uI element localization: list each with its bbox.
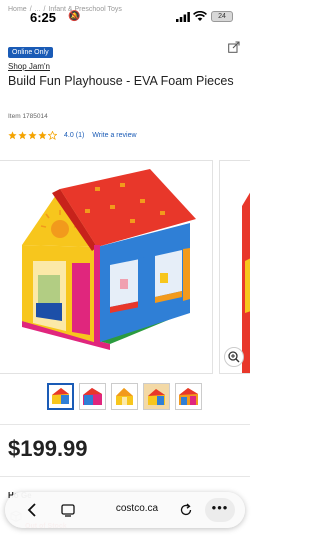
reload-icon[interactable] <box>179 503 193 517</box>
tabs-icon[interactable] <box>61 503 75 517</box>
thumbnail-strip <box>47 383 202 410</box>
more-icon[interactable]: ••• <box>205 498 235 522</box>
next-image-peek[interactable] <box>219 160 250 374</box>
star-icon <box>28 130 37 139</box>
product-price: $199.99 <box>8 436 88 461</box>
rating-row: 4.0 (1) Write a review <box>8 129 137 141</box>
product-title: Build Fun Playhouse - EVA Foam Pieces <box>8 74 234 88</box>
browser-toolbar: costco.ca ••• <box>5 492 245 528</box>
notification-bell-icon: 🔕 <box>68 11 81 22</box>
status-time: 6:25 <box>30 10 57 25</box>
star-icon <box>8 130 17 139</box>
zoom-icon <box>228 351 240 363</box>
battery-icon: 24 <box>211 11 233 22</box>
breadcrumb: Home /... / Infant & Preschool Toys <box>8 6 122 13</box>
star-icon <box>48 130 57 140</box>
thumbnail[interactable] <box>143 383 170 410</box>
thumbnail[interactable] <box>79 383 106 410</box>
share-icon[interactable] <box>228 41 240 53</box>
signal-icon <box>176 12 190 22</box>
product-gallery <box>0 160 250 374</box>
brand-link[interactable]: Shop Jam'n <box>8 62 50 71</box>
star-icon <box>18 130 27 139</box>
thumbnail[interactable] <box>47 383 74 410</box>
url-field[interactable]: costco.ca <box>97 503 177 514</box>
product-main-image[interactable] <box>0 160 213 374</box>
thumbnail[interactable] <box>111 383 138 410</box>
online-only-badge: Online Only <box>8 47 53 58</box>
write-review-link[interactable]: Write a review <box>92 132 136 139</box>
divider <box>0 476 250 477</box>
rating-value: 4.0 <box>64 131 74 139</box>
playhouse-illustration <box>22 169 196 350</box>
item-number: Item 1785014 <box>8 113 48 120</box>
badge-row: Online Only <box>8 41 242 58</box>
next-image-preview <box>242 192 250 373</box>
wifi-icon <box>193 11 207 21</box>
star-icon <box>38 130 47 139</box>
zoom-button[interactable] <box>224 347 244 367</box>
review-count-link[interactable]: (1) <box>76 132 85 139</box>
back-icon[interactable] <box>27 502 37 518</box>
thumbnail[interactable] <box>175 383 202 410</box>
status-bar: Home /... / Infant & Preschool Toys 6:25 🔕 … <box>0 0 250 34</box>
breadcrumb-home[interactable]: Home <box>8 6 27 13</box>
divider <box>0 424 250 425</box>
rating-stars[interactable] <box>8 130 58 140</box>
breadcrumb-category[interactable]: Infant & Preschool Toys <box>48 6 121 13</box>
